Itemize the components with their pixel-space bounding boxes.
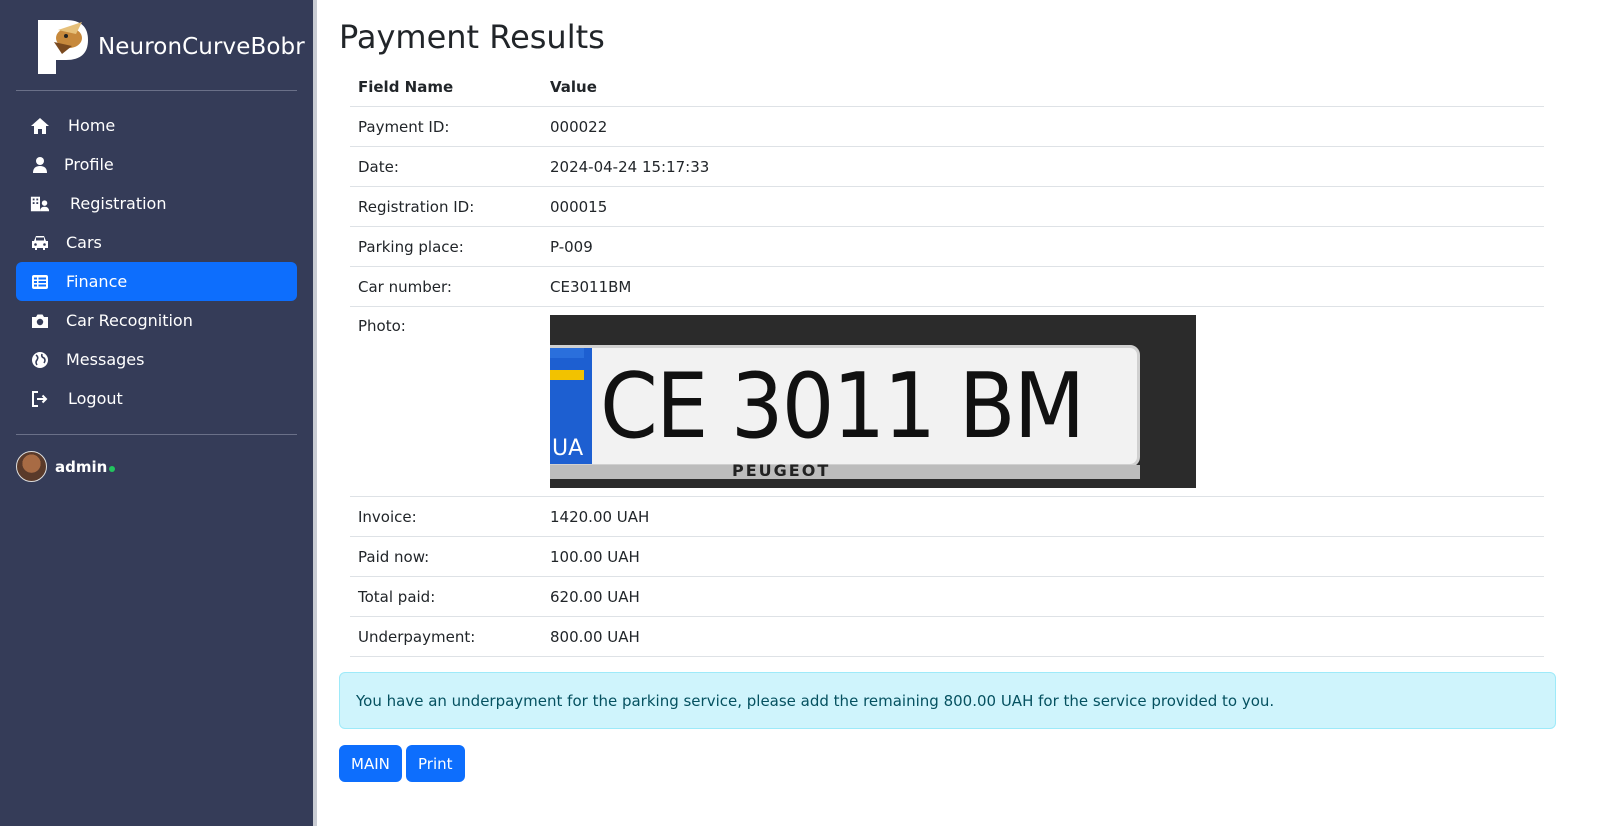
field-name: Paid now: (350, 536, 542, 577)
table-row: Parking place: P-009 (350, 226, 1544, 267)
user-icon (30, 156, 50, 174)
print-button[interactable]: Print (406, 745, 465, 782)
field-value: 100.00 UAH (542, 536, 1544, 577)
field-value: 2024-04-24 15:17:33 (542, 146, 1544, 187)
field-value: 1420.00 UAH (542, 496, 1544, 537)
sidebar-item-label: Car Recognition (66, 311, 193, 330)
plate-frame (550, 465, 1140, 479)
field-value: 000015 (542, 186, 1544, 227)
sidebar-item-home[interactable]: Home (16, 106, 297, 145)
globe-icon (30, 351, 50, 369)
sign-out-icon (30, 390, 50, 408)
table-row: Invoice: 1420.00 UAH (350, 496, 1544, 537)
table-row: Payment ID: 000022 (350, 106, 1544, 147)
plate-country-strip: UA (550, 348, 592, 464)
home-icon (30, 117, 50, 135)
sidebar: NeuronCurveBobr Home Profile Registratio… (0, 0, 313, 826)
sidebar-nav: Home Profile Registration Cars Finance C… (16, 106, 297, 418)
sidebar-item-profile[interactable]: Profile (16, 145, 297, 184)
car-icon (30, 234, 50, 252)
field-name: Invoice: (350, 496, 542, 537)
field-value: 000022 (542, 106, 1544, 147)
online-status-dot (109, 465, 116, 472)
brand[interactable]: NeuronCurveBobr (36, 18, 305, 76)
table-row: Total paid: 620.00 UAH (350, 576, 1544, 617)
field-name: Date: (350, 146, 542, 187)
brand-name: NeuronCurveBobr (98, 34, 305, 60)
field-value: CE3011BM (542, 266, 1544, 307)
sidebar-item-messages[interactable]: Messages (16, 340, 297, 379)
payment-results-table: Field Name Value Payment ID: 000022 Date… (350, 67, 1544, 657)
flag-yellow-stripe (550, 370, 584, 380)
field-value: P-009 (542, 226, 1544, 267)
sidebar-item-finance[interactable]: Finance (16, 262, 297, 301)
avatar (16, 451, 47, 482)
plate-frame-brand: PEUGEOT (732, 461, 831, 480)
sidebar-item-logout[interactable]: Logout (16, 379, 297, 418)
field-name: Registration ID: (350, 186, 542, 227)
table-row: Car number: CE3011BM (350, 266, 1544, 307)
sidebar-item-label: Messages (66, 350, 145, 369)
plate-number: CE 3011 BM (600, 354, 1085, 459)
plate-country-code: UA (552, 436, 584, 461)
column-header: Field Name (350, 67, 542, 107)
field-name: Parking place: (350, 226, 542, 267)
field-name: Underpayment: (350, 616, 542, 657)
sidebar-item-label: Finance (66, 272, 128, 291)
field-name: Total paid: (350, 576, 542, 617)
sidebar-item-car-recognition[interactable]: Car Recognition (16, 301, 297, 340)
building-user-icon (30, 195, 50, 213)
user-menu[interactable]: admin (16, 451, 116, 482)
sidebar-item-label: Logout (68, 389, 123, 408)
table-row: Date: 2024-04-24 15:17:33 (350, 146, 1544, 187)
table-row: Registration ID: 000015 (350, 186, 1544, 227)
field-value: UA CE 3011 BM PEUGEOT (542, 306, 1544, 497)
field-name: Photo: (350, 306, 542, 497)
field-value: 800.00 UAH (542, 616, 1544, 657)
column-header: Value (542, 67, 1544, 107)
camera-icon (30, 312, 50, 330)
table-row: Paid now: 100.00 UAH (350, 536, 1544, 577)
username: admin (55, 457, 108, 476)
table-list-icon (30, 273, 50, 291)
field-name: Payment ID: (350, 106, 542, 147)
sidebar-item-registration[interactable]: Registration (16, 184, 297, 223)
sidebar-item-cars[interactable]: Cars (16, 223, 297, 262)
page-title: Payment Results (339, 18, 605, 56)
flag-blue-stripe (550, 348, 584, 358)
field-name: Car number: (350, 266, 542, 307)
sidebar-item-label: Profile (64, 155, 114, 174)
parking-logo-icon (36, 18, 90, 76)
sidebar-item-label: Home (68, 116, 116, 135)
table-header-row: Field Name Value (350, 67, 1544, 107)
table-row: Photo: UA CE 3011 BM PEUGEOT (350, 306, 1544, 497)
main-button[interactable]: MAIN (339, 745, 402, 782)
field-value: 620.00 UAH (542, 576, 1544, 617)
table-row: Underpayment: 800.00 UAH (350, 616, 1544, 657)
sidebar-item-label: Registration (70, 194, 167, 213)
sidebar-border (313, 0, 317, 826)
sidebar-divider (16, 434, 297, 435)
license-plate-photo: UA CE 3011 BM PEUGEOT (550, 315, 1196, 488)
sidebar-item-label: Cars (66, 233, 102, 252)
underpayment-alert: You have an underpayment for the parking… (339, 672, 1556, 729)
sidebar-divider (16, 90, 297, 91)
